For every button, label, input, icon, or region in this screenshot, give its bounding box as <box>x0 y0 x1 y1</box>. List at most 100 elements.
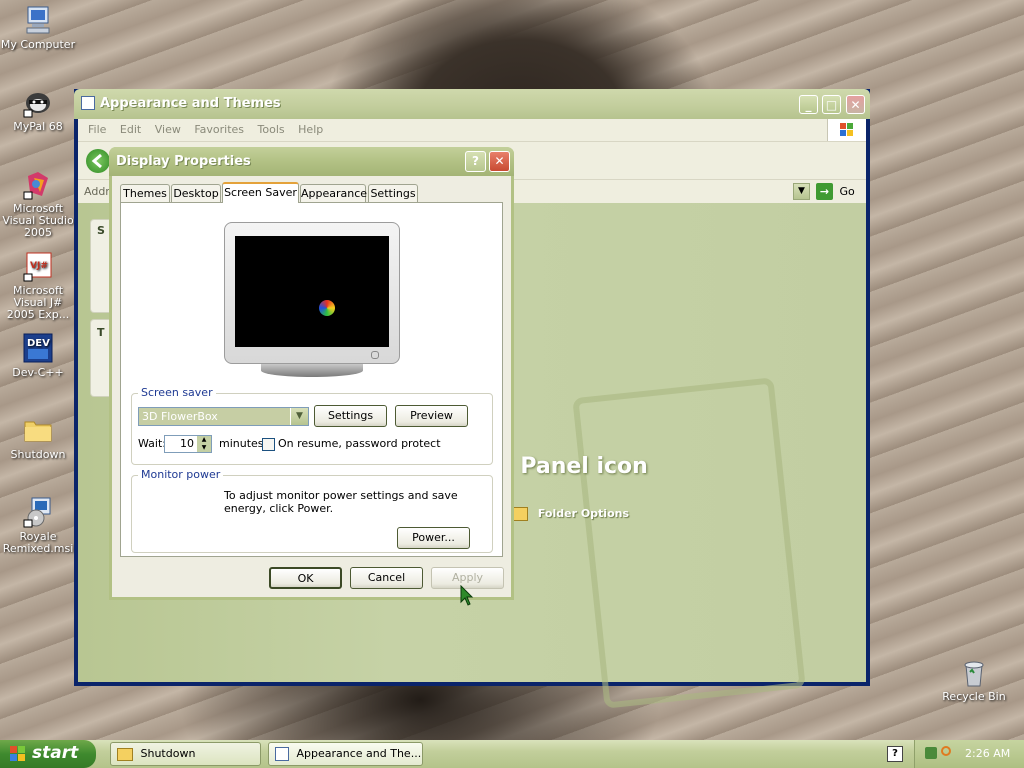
desktop-icon-vjsharp[interactable]: VJ# Microsoft Visual J# 2005 Exp... <box>0 250 76 321</box>
devcpp-icon: DEV <box>22 332 54 364</box>
go-label: Go <box>839 185 855 198</box>
close-button[interactable]: ✕ <box>846 95 865 114</box>
folder-options-link[interactable]: Folder Options <box>512 507 629 521</box>
desktop-icon-visual-studio[interactable]: Microsoft Visual Studio 2005 <box>0 168 76 239</box>
taskbar-item-label: Appearance and The... <box>296 747 422 760</box>
folder-icon <box>22 414 54 446</box>
svg-text:DEV: DEV <box>27 338 50 349</box>
cancel-button[interactable]: Cancel <box>350 567 423 589</box>
control-panel-icon <box>275 747 289 761</box>
dialog-body: Themes Desktop Screen Saver Appearance S… <box>112 176 511 597</box>
minutes-label: minutes <box>219 437 264 450</box>
desktop-icon-label: My Computer <box>0 38 76 51</box>
screen-saver-group: Screen saver 3D FlowerBox ▼ Settings Pre… <box>131 386 493 465</box>
folder-icon <box>117 747 133 761</box>
tab-desktop[interactable]: Desktop <box>171 184 221 202</box>
control-panel-icon <box>81 96 95 110</box>
svg-text:VJ#: VJ# <box>30 261 48 271</box>
desktop-icon-devcpp[interactable]: DEV Dev-C++ <box>0 332 76 379</box>
preview-button[interactable]: Preview <box>395 405 468 427</box>
taskbar-item-shutdown[interactable]: Shutdown <box>110 742 261 766</box>
password-protect-checkbox[interactable] <box>262 438 275 451</box>
explorer-title-bar[interactable]: Appearance and Themes _ □ ✕ <box>74 89 870 119</box>
spin-down-icon[interactable]: ▼ <box>197 444 211 452</box>
desktop-icon-label: MyPal 68 <box>13 120 63 133</box>
start-button[interactable]: start <box>0 740 96 768</box>
desktop-icon-label: Royale Remixed.msi <box>2 530 74 555</box>
dialog-title-bar[interactable]: Display Properties ? ✕ <box>109 147 514 176</box>
tab-appearance[interactable]: Appearance <box>300 184 367 202</box>
desktop-icon-royale[interactable]: Royale Remixed.msi <box>0 496 76 555</box>
start-label: start <box>32 743 79 763</box>
side-panel-fragment: S <box>97 224 105 237</box>
password-protect-label[interactable]: On resume, password protect <box>278 437 441 450</box>
windows-flag-icon <box>10 746 26 762</box>
monitor-frame <box>224 222 400 364</box>
vjsharp-icon: VJ# <box>22 250 54 282</box>
tab-settings[interactable]: Settings <box>368 184 418 202</box>
folder-options-label: Folder Options <box>537 507 630 520</box>
help-button[interactable]: ? <box>465 151 486 172</box>
taskbar-help-icon[interactable]: ? <box>887 746 903 762</box>
monitor-stand <box>261 364 363 377</box>
screen-saver-selected-value: 3D FlowerBox <box>142 410 218 423</box>
ok-button[interactable]: OK <box>269 567 342 589</box>
go-button[interactable]: → Go <box>816 183 866 201</box>
wait-minutes-spinner[interactable]: 10 ▲ ▼ <box>164 435 212 453</box>
menu-file[interactable]: File <box>88 123 106 136</box>
settings-button[interactable]: Settings <box>314 405 387 427</box>
checklist-watermark-icon <box>572 377 806 709</box>
taskbar: start Shutdown Appearance and The... ? 2… <box>0 740 1024 768</box>
monitor-power-light-icon <box>371 351 379 359</box>
windows-logo-icon <box>827 119 866 141</box>
clock[interactable]: 2:26 AM <box>965 747 1010 760</box>
desktop-icon-mypal[interactable]: MyPal 68 <box>0 86 76 133</box>
monitor-power-description: To adjust monitor power settings and sav… <box>224 489 458 515</box>
menu-edit[interactable]: Edit <box>120 123 141 136</box>
desktop-icon-label: Microsoft Visual J# 2005 Exp... <box>6 284 70 321</box>
explorer-title: Appearance and Themes <box>100 96 281 111</box>
desktop-icon-recycle-bin[interactable]: Recycle Bin <box>936 656 1012 703</box>
tab-screen-saver[interactable]: Screen Saver <box>222 182 299 203</box>
recycle-bin-icon <box>958 656 990 688</box>
folder-options-icon <box>512 507 528 521</box>
maximize-button[interactable]: □ <box>822 95 841 114</box>
desktop-icon-label: Recycle Bin <box>942 690 1006 703</box>
tab-themes[interactable]: Themes <box>120 184 170 202</box>
preview-screen <box>235 236 389 347</box>
wait-minutes-value: 10 <box>180 437 194 450</box>
raccoon-icon <box>22 86 54 118</box>
mouse-cursor-icon <box>460 584 474 610</box>
go-arrow-icon: → <box>816 183 833 200</box>
menu-favorites[interactable]: Favorites <box>194 123 244 136</box>
search-tray-icon[interactable] <box>941 746 951 756</box>
menu-bar: File Edit View Favorites Tools Help <box>78 119 866 141</box>
menu-view[interactable]: View <box>155 123 181 136</box>
desktop-icon-shutdown[interactable]: Shutdown <box>0 414 76 461</box>
monitor-power-group: Monitor power To adjust monitor power se… <box>131 468 493 553</box>
monitor-power-group-label: Monitor power <box>138 468 224 481</box>
address-dropdown-icon[interactable]: ▼ <box>793 183 810 200</box>
screen-saver-panel: Screen saver 3D FlowerBox ▼ Settings Pre… <box>120 202 503 557</box>
dialog-title: Display Properties <box>116 154 251 169</box>
power-button[interactable]: Power... <box>397 527 470 549</box>
system-tray: 2:26 AM <box>914 740 1024 768</box>
display-properties-dialog[interactable]: Display Properties ? ✕ Themes Desktop Sc… <box>109 147 514 600</box>
network-tray-icon[interactable] <box>925 747 937 759</box>
monitor-preview <box>224 222 400 379</box>
screen-saver-select[interactable]: 3D FlowerBox ▼ <box>138 407 309 426</box>
computer-icon <box>22 4 54 36</box>
screen-saver-group-label: Screen saver <box>138 386 216 399</box>
taskbar-item-appearance[interactable]: Appearance and The... <box>268 742 423 766</box>
desktop-icon-label: Shutdown <box>10 448 66 461</box>
back-button[interactable] <box>86 149 110 173</box>
minimize-button[interactable]: _ <box>799 95 818 114</box>
side-panel-fragment: T <box>97 326 105 339</box>
dialog-close-button[interactable]: ✕ <box>489 151 510 172</box>
chevron-down-icon[interactable]: ▼ <box>290 408 308 425</box>
desktop-icon-my-computer[interactable]: My Computer <box>0 4 76 51</box>
menu-help[interactable]: Help <box>298 123 323 136</box>
menu-tools[interactable]: Tools <box>258 123 285 136</box>
taskbar-item-label: Shutdown <box>140 747 196 760</box>
spin-up-icon[interactable]: ▲ <box>197 436 211 444</box>
